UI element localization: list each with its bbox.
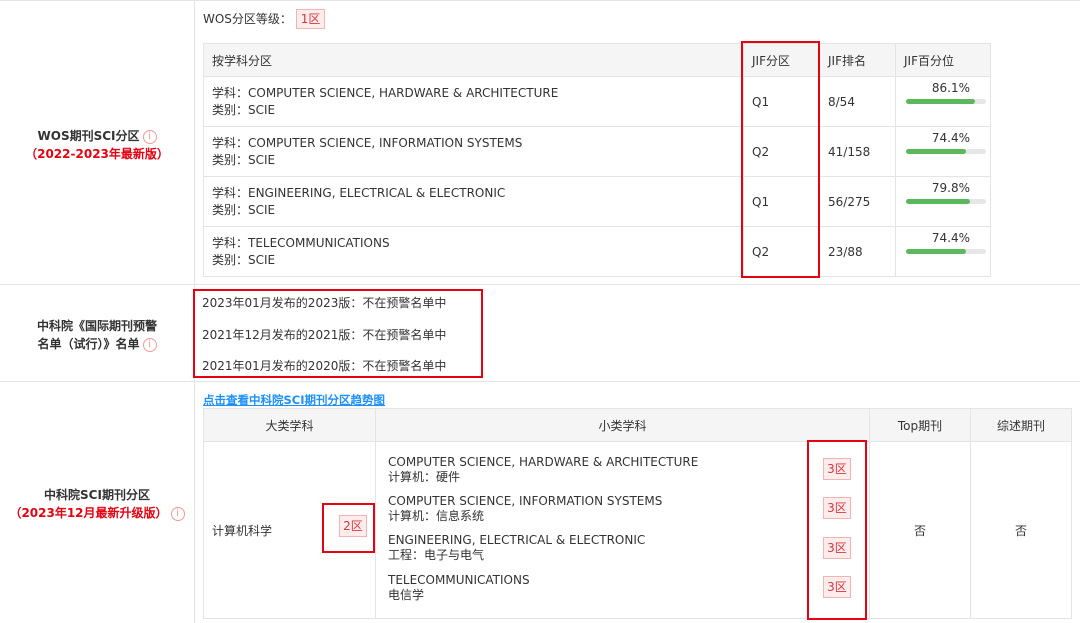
info-circle-icon[interactable]: i — [170, 506, 185, 521]
row-subject: 学科：TELECOMMUNICATIONS — [212, 235, 390, 250]
header-subject: 按学科分区 — [203, 43, 744, 77]
percentile-bar — [906, 149, 986, 154]
review-journal-value: 否 — [970, 441, 1072, 619]
row-category: 类别：SCIE — [212, 202, 276, 217]
row-rank: 8/54 — [819, 76, 896, 127]
highlight-minor-zones — [807, 440, 867, 620]
table-row: 学科：ENGINEERING, ELECTRICAL & ELECTRONIC 类… — [203, 176, 991, 227]
row-category: 类别：SCIE — [212, 102, 276, 117]
warning-section-label: 中科院《国际期刊预警 名单（试行）》名单 i — [0, 317, 194, 353]
highlight-major-zone — [322, 503, 375, 553]
wos-table: 按学科分区 JIF分区 JIF排名 JIF百分位 学科：COMPUTER SCI… — [203, 43, 991, 277]
wos-section-label: WOS期刊SCI分区 i （2022-2023年最新版） — [0, 127, 194, 163]
list-item: TELECOMMUNICATIONS 电信学 — [388, 573, 530, 603]
list-item: ENGINEERING, ELECTRICAL & ELECTRONIC 工程：… — [388, 533, 645, 563]
header-jif-rank: JIF排名 — [819, 43, 896, 77]
warning-label-line1: 中科院《国际期刊预警 — [36, 319, 157, 333]
warning-label-line2: 名单（试行）》名单 — [37, 337, 140, 351]
row-category: 类别：SCIE — [212, 152, 276, 167]
table-row: 学科：COMPUTER SCIENCE, INFORMATION SYSTEMS… — [203, 126, 991, 177]
header-jif-percentile: JIF百分位 — [895, 43, 991, 77]
wos-level-label: WOS分区等级： — [203, 12, 292, 26]
percentile-bar — [906, 199, 986, 204]
section-divider — [0, 381, 1080, 382]
row-subject: 学科：COMPUTER SCIENCE, INFORMATION SYSTEMS — [212, 135, 523, 150]
header-minor-subject: 小类学科 — [375, 408, 870, 442]
header-top-journal: Top期刊 — [869, 408, 971, 442]
row-subject: 学科：COMPUTER SCIENCE, HARDWARE & ARCHITEC… — [212, 85, 559, 100]
highlight-warning-list — [193, 289, 483, 378]
cas-section-label: 中科院SCI期刊分区 （2023年12月最新升级版） i — [0, 486, 194, 522]
row-rank: 56/275 — [819, 176, 896, 227]
cas-label-text: 中科院SCI期刊分区 — [44, 488, 150, 502]
cas-edition-text: （2023年12月最新升级版） — [9, 506, 168, 520]
table-row: 学科：TELECOMMUNICATIONS 类别：SCIE Q2 23/88 74… — [203, 226, 991, 277]
wos-label-text: WOS期刊SCI分区 — [37, 129, 140, 143]
sub-subject-cn: 计算机：硬件 — [388, 470, 461, 484]
header-major-subject: 大类学科 — [203, 408, 376, 442]
sub-subject-cn: 计算机：信息系统 — [388, 509, 485, 523]
sub-subject-en: TELECOMMUNICATIONS — [388, 573, 530, 587]
row-subject: 学科：ENGINEERING, ELECTRICAL & ELECTRONIC — [212, 185, 506, 200]
list-item: COMPUTER SCIENCE, INFORMATION SYSTEMS 计算… — [388, 494, 662, 524]
row-percentile-text: 74.4% — [931, 231, 970, 245]
row-percentile-text: 86.1% — [931, 81, 970, 95]
row-percentile-text: 74.4% — [931, 131, 970, 145]
top-journal-value: 否 — [869, 441, 971, 619]
info-circle-icon[interactable]: i — [142, 337, 157, 352]
percentile-bar-fill — [906, 199, 970, 204]
cas-table-header: 大类学科 小类学科 Top期刊 综述期刊 — [203, 408, 1072, 442]
major-subject: 计算机科学 — [212, 523, 273, 538]
row-category: 类别：SCIE — [212, 252, 276, 267]
percentile-bar-fill — [906, 249, 966, 254]
percentile-bar-fill — [906, 99, 975, 104]
header-review-journal: 综述期刊 — [970, 408, 1072, 442]
sub-subject-cn: 工程：电子与电气 — [388, 548, 485, 562]
cas-trend-link[interactable]: 点击查看中科院SCI期刊分区趋势图 — [203, 392, 385, 408]
wos-table-header: 按学科分区 JIF分区 JIF排名 JIF百分位 — [203, 43, 991, 77]
row-rank: 23/88 — [819, 226, 896, 277]
sub-subject-en: COMPUTER SCIENCE, HARDWARE & ARCHITECTUR… — [388, 455, 699, 469]
section-divider — [0, 284, 1080, 285]
list-item: COMPUTER SCIENCE, HARDWARE & ARCHITECTUR… — [388, 455, 698, 485]
wos-level-badge: 1区 — [295, 9, 326, 29]
row-percentile-text: 79.8% — [931, 181, 970, 195]
wos-edition-text: （2022-2023年最新版） — [25, 147, 169, 161]
percentile-bar — [906, 249, 986, 254]
table-row: 学科：COMPUTER SCIENCE, HARDWARE & ARCHITEC… — [203, 76, 991, 127]
sub-subject-en: COMPUTER SCIENCE, INFORMATION SYSTEMS — [388, 494, 663, 508]
highlight-jif-column — [741, 41, 820, 278]
wos-level: WOS分区等级： 1区 — [203, 9, 326, 29]
percentile-bar — [906, 99, 986, 104]
info-circle-icon[interactable]: i — [142, 129, 157, 144]
sub-subject-en: ENGINEERING, ELECTRICAL & ELECTRONIC — [388, 533, 646, 547]
section-divider — [0, 0, 1080, 1]
sub-subject-cn: 电信学 — [388, 588, 425, 602]
row-rank: 41/158 — [819, 126, 896, 177]
percentile-bar-fill — [906, 149, 966, 154]
